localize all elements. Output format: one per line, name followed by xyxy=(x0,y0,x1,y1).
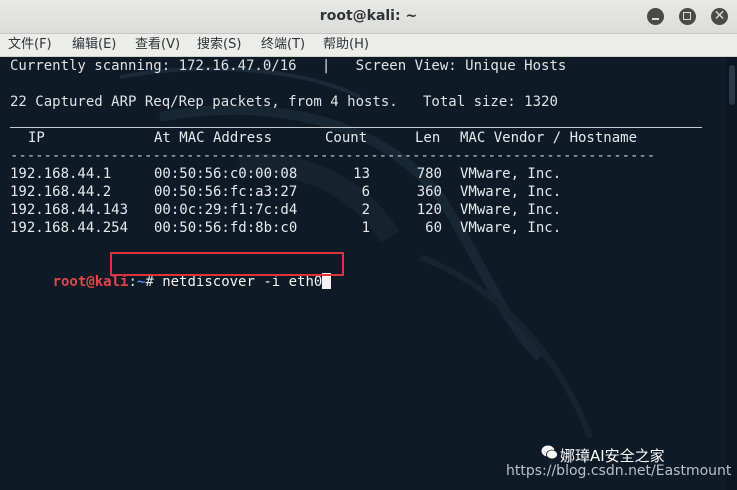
close-icon: ✕ xyxy=(713,8,726,24)
row-ip: 192.168.44.254 xyxy=(10,220,129,236)
header-ip: IP xyxy=(28,130,45,146)
prompt-separator: : xyxy=(128,274,137,290)
menu-bar: 文件(F) 编辑(E) 查看(V) 搜索(S) 终端(T) 帮助(H) xyxy=(0,34,737,57)
header-dash-rule: ----------------------------------------… xyxy=(10,148,656,164)
menu-file[interactable]: 文件(F) xyxy=(8,34,52,56)
watermark-url: https://blog.csdn.net/Eastmount xyxy=(506,463,732,479)
row-mac: 00:50:56:fd:8b:c0 xyxy=(154,220,298,236)
scan-status-line: Currently scanning: 172.16.47.0/16 | Scr… xyxy=(10,58,567,74)
terminal-window: root@kali: ~ ✕ 文件(F) 编辑(E) 查看(V) 搜索(S) 终… xyxy=(0,0,737,490)
window-title: root@kali: ~ xyxy=(319,8,418,24)
header-len: Len xyxy=(415,130,441,146)
menu-view[interactable]: 查看(V) xyxy=(135,34,180,56)
row-vendor: VMware, Inc. xyxy=(460,184,562,200)
row-mac: 00:50:56:c0:00:08 xyxy=(154,166,298,182)
minimize-icon xyxy=(652,18,659,20)
minimize-button[interactable] xyxy=(647,8,664,25)
command-text: netdiscover -i eth0 xyxy=(162,274,323,290)
title-bar: root@kali: ~ ✕ xyxy=(0,0,737,34)
row-count: 1 xyxy=(361,220,370,236)
command-highlight-box xyxy=(110,252,344,276)
row-len: 360 xyxy=(416,184,442,200)
capture-summary-line: 22 Captured ARP Req/Rep packets, from 4 … xyxy=(10,94,558,110)
maximize-icon xyxy=(683,12,691,20)
maximize-button[interactable] xyxy=(679,8,696,25)
row-count: 6 xyxy=(361,184,370,200)
header-count: Count xyxy=(325,130,368,146)
terminal-area[interactable]: Currently scanning: 172.16.47.0/16 | Scr… xyxy=(0,57,737,490)
prompt-user: root@kali xyxy=(52,274,129,290)
row-count: 13 xyxy=(353,166,370,182)
row-len: 780 xyxy=(416,166,442,182)
wechat-icon xyxy=(541,445,558,460)
row-vendor: VMware, Inc. xyxy=(460,202,562,218)
header-mac: At MAC Address xyxy=(154,130,273,146)
row-len: 120 xyxy=(416,202,442,218)
header-vendor: MAC Vendor / Hostname xyxy=(460,130,638,146)
close-button[interactable]: ✕ xyxy=(711,8,728,25)
menu-help[interactable]: 帮助(H) xyxy=(323,34,369,56)
row-ip: 192.168.44.2 xyxy=(10,184,112,200)
scrollbar-thumb[interactable] xyxy=(729,65,735,105)
menu-edit[interactable]: 编辑(E) xyxy=(72,34,116,56)
row-ip: 192.168.44.143 xyxy=(10,202,129,218)
row-mac: 00:0c:29:f1:7c:d4 xyxy=(154,202,298,218)
row-ip: 192.168.44.1 xyxy=(10,166,112,182)
row-vendor: VMware, Inc. xyxy=(460,220,562,236)
row-len: 60 xyxy=(425,220,442,236)
header-top-rule xyxy=(10,127,702,128)
prompt-symbol: # xyxy=(145,274,154,290)
menu-search[interactable]: 搜索(S) xyxy=(197,34,241,56)
row-mac: 00:50:56:fc:a3:27 xyxy=(154,184,298,200)
terminal-scrollbar[interactable] xyxy=(727,57,737,490)
menu-terminal[interactable]: 终端(T) xyxy=(261,34,305,56)
row-count: 2 xyxy=(361,202,370,218)
row-vendor: VMware, Inc. xyxy=(460,166,562,182)
